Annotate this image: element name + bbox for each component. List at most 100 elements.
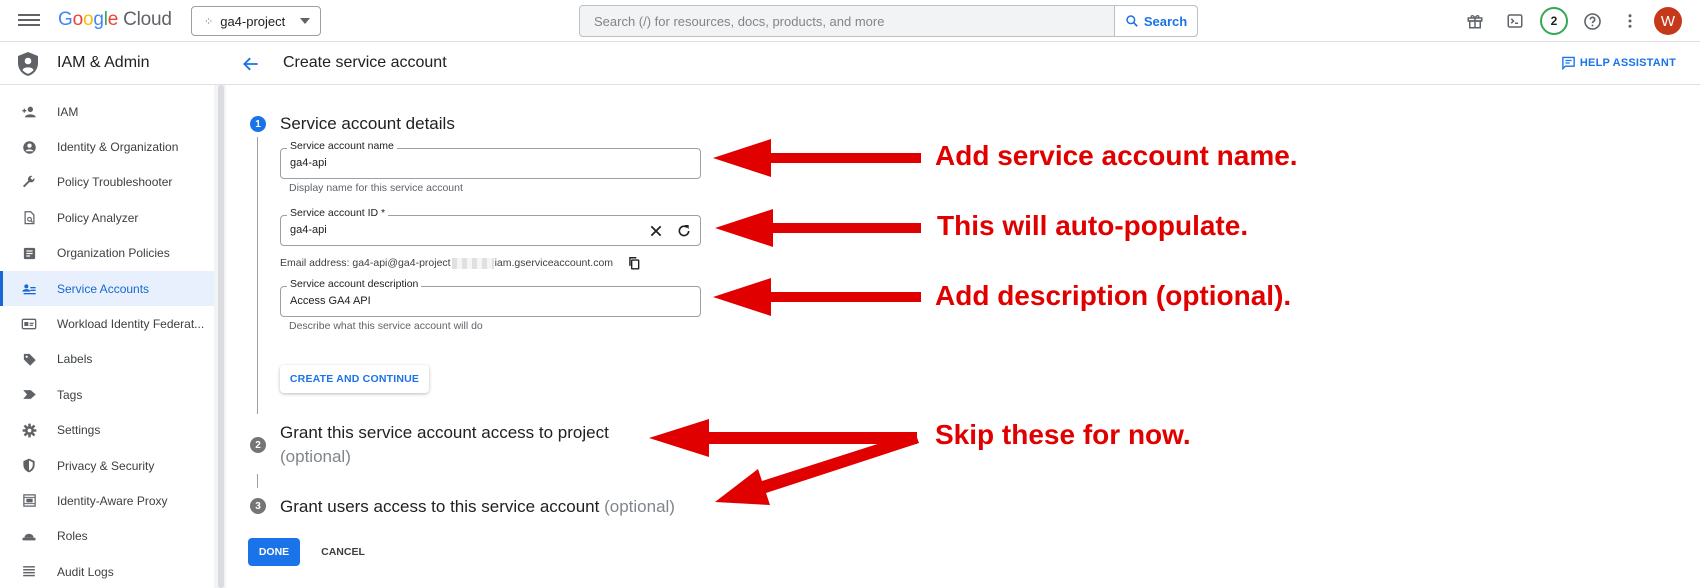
done-button[interactable]: DONE <box>248 538 300 566</box>
logo-letter: e <box>107 9 119 30</box>
search-button[interactable]: Search <box>1114 6 1197 36</box>
sidebar-item-organization-policies[interactable]: Organization Policies <box>0 236 214 271</box>
sidebar-item-label: Identity & Organization <box>57 140 179 155</box>
annotation-arrowhead-description <box>713 278 771 316</box>
project-dots-icon: ⁘ <box>204 15 214 28</box>
shield-icon <box>21 458 37 474</box>
logo-letter: g <box>93 9 104 30</box>
annotation-arrowhead-id <box>715 209 773 247</box>
step-1-badge: 1 <box>250 116 266 132</box>
redacted-project-id <box>451 257 494 269</box>
help-assistant-button[interactable]: HELP ASSISTANT <box>1561 56 1676 70</box>
help-icon[interactable] <box>1582 11 1602 31</box>
help-assistant-label: HELP ASSISTANT <box>1579 57 1676 69</box>
sidebar-item-label: Tags <box>57 387 83 402</box>
service-account-description-input[interactable]: Access GA4 API <box>290 295 371 307</box>
step-2-title[interactable]: Grant this service account access to pro… <box>280 423 609 471</box>
more-vert-icon[interactable] <box>1620 11 1640 31</box>
avatar[interactable]: W <box>1654 7 1682 35</box>
service-account-name-input[interactable]: ga4-api <box>290 157 327 169</box>
search-input[interactable]: Search (/) for resources, docs, products… <box>594 14 884 29</box>
product-header: IAM & Admin <box>0 43 226 85</box>
sidebar-item-service-accounts[interactable]: Service Accounts <box>0 270 214 307</box>
annotation-arrow-id <box>772 223 921 233</box>
tag-arrow-icon <box>21 387 37 403</box>
wrench-icon <box>21 174 37 190</box>
refresh-icon[interactable] <box>676 223 692 239</box>
step-2-optional: (optional) <box>280 447 351 466</box>
sidebar: IAM & Admin IAM Identity & Organization … <box>0 43 226 588</box>
gift-icon[interactable] <box>1465 11 1485 31</box>
sidebar-item-label: Privacy & Security <box>57 458 155 473</box>
step-2-badge: 2 <box>250 437 266 453</box>
google-cloud-logo[interactable]: Google Cloud <box>58 9 172 31</box>
sidebar-item-workload-identity-federation[interactable]: Workload Identity Federat... <box>0 306 214 341</box>
email-prefix: Email address: ga4-api@ga4-project <box>280 257 451 269</box>
search-button-label: Search <box>1143 13 1188 29</box>
field-label: Service account ID * <box>287 207 389 219</box>
sidebar-item-tags[interactable]: Tags <box>0 377 214 412</box>
annotation-description: Add description (optional). <box>935 280 1292 311</box>
sidebar-item-labels[interactable]: Labels <box>0 342 214 377</box>
create-and-continue-button[interactable]: CREATE AND CONTINUE <box>280 365 429 393</box>
annotation-id: This will auto-populate. <box>937 210 1249 241</box>
sidebar-scrollbar[interactable] <box>218 85 224 588</box>
service-account-icon <box>21 281 37 297</box>
service-account-id-field[interactable]: Service account ID * ga4-api <box>280 207 701 246</box>
project-name: ga4-project <box>220 13 286 29</box>
annotation-arrow-skip-step2 <box>649 419 917 457</box>
service-account-name-field[interactable]: Service account name ga4-api <box>280 140 701 179</box>
step-3-title[interactable]: Grant users access to this service accou… <box>280 497 675 517</box>
sidebar-item-identity-organization[interactable]: Identity & Organization <box>0 129 214 164</box>
list-document-icon <box>21 245 37 261</box>
sidebar-item-roles[interactable]: Roles <box>0 519 214 554</box>
name-hint: Display name for this service account <box>289 182 463 194</box>
sidebar-nav: IAM Identity & Organization Policy Troub… <box>0 94 214 588</box>
logo-letter: o <box>82 9 94 30</box>
step-connector <box>257 137 258 414</box>
annotation-skip: Skip these for now. <box>935 419 1191 450</box>
copy-icon[interactable] <box>627 256 641 270</box>
step-1-title[interactable]: Service account details <box>280 114 455 134</box>
product-title: IAM & Admin <box>57 54 150 71</box>
notifications-badge[interactable]: 2 <box>1540 7 1568 35</box>
dropdown-caret-icon <box>300 18 310 24</box>
cloud-shell-icon[interactable] <box>1505 11 1525 31</box>
annotation-arrowhead-name <box>713 139 771 177</box>
step-3-optional: (optional) <box>604 497 675 516</box>
close-icon[interactable] <box>648 223 664 239</box>
sidebar-item-audit-logs[interactable]: Audit Logs <box>0 554 214 588</box>
sidebar-item-identity-aware-proxy[interactable]: Identity-Aware Proxy <box>0 483 214 518</box>
label-tag-icon <box>21 351 37 367</box>
gear-icon <box>21 422 37 438</box>
sidebar-item-label: IAM <box>57 104 79 119</box>
search-bar[interactable]: Search (/) for resources, docs, products… <box>579 5 1198 37</box>
hamburger-menu-icon[interactable] <box>18 11 40 31</box>
logo-product-name: Cloud <box>123 9 172 30</box>
annotation-arrow-description <box>770 292 921 302</box>
sidebar-item-label: Labels <box>57 352 93 367</box>
description-hint: Describe what this service account will … <box>289 320 483 332</box>
step-3-badge: 3 <box>250 498 266 514</box>
sidebar-item-label: Roles <box>57 529 88 544</box>
page-title: Create service account <box>283 54 447 71</box>
sidebar-item-settings[interactable]: Settings <box>0 413 214 448</box>
document-search-icon <box>21 210 37 226</box>
sidebar-item-privacy-security[interactable]: Privacy & Security <box>0 448 214 483</box>
cancel-button[interactable]: CANCEL <box>310 538 376 566</box>
sidebar-item-policy-analyzer[interactable]: Policy Analyzer <box>0 200 214 235</box>
person-add-icon <box>21 104 37 120</box>
sidebar-item-label: Audit Logs <box>57 564 114 579</box>
page-header: Create service account HELP ASSISTANT <box>226 43 1700 85</box>
sidebar-item-policy-troubleshooter[interactable]: Policy Troubleshooter <box>0 165 214 200</box>
step-connector <box>257 474 258 488</box>
sidebar-item-label: Policy Troubleshooter <box>57 175 173 190</box>
service-account-description-field[interactable]: Service account description Access GA4 A… <box>280 278 701 317</box>
annotation-arrow-skip-step3 <box>715 432 919 505</box>
back-arrow-icon[interactable] <box>241 54 261 74</box>
sidebar-item-iam[interactable]: IAM <box>0 94 214 129</box>
service-account-id-input[interactable]: ga4-api <box>290 224 327 236</box>
project-picker[interactable]: ⁘ ga4-project <box>191 6 321 36</box>
email-address-text: Email address: ga4-api@ga4-project iam.g… <box>280 257 613 269</box>
step-3-title-text: Grant users access to this service accou… <box>280 497 600 516</box>
